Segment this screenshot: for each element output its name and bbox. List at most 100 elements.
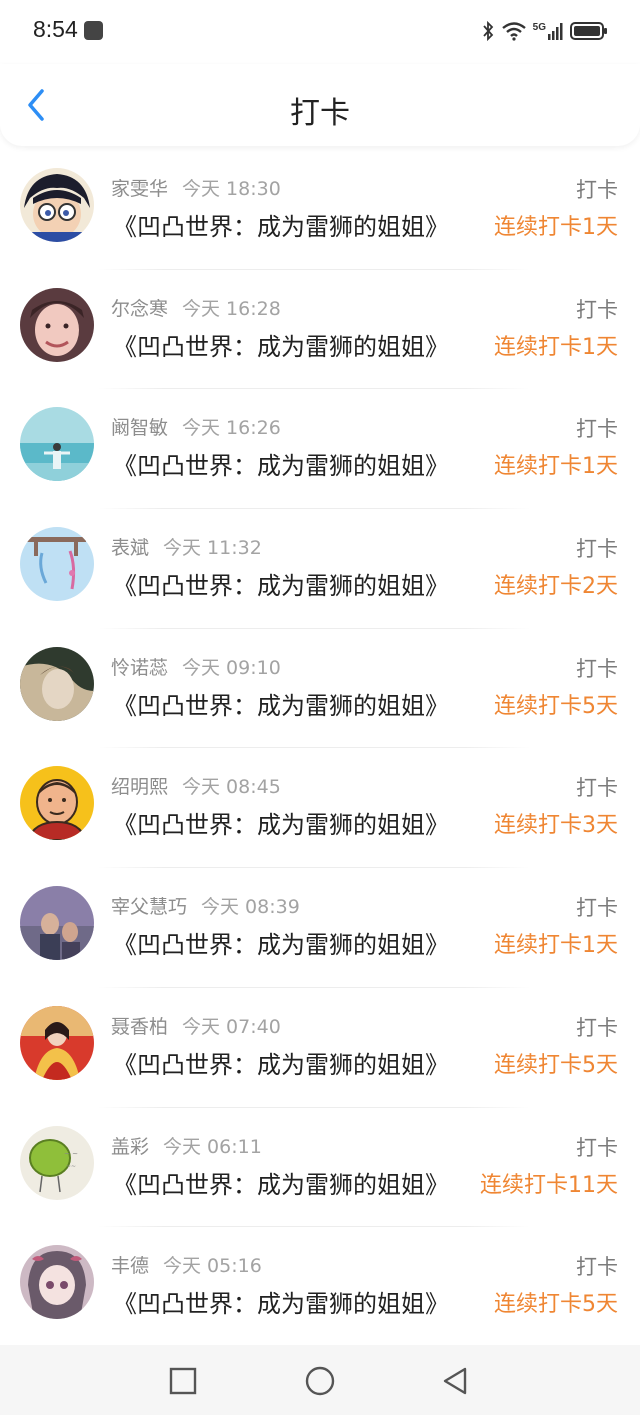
list-item[interactable]: 尔念寒 今天 16:28 《凹凸世界：成为雷狮的姐姐》 打卡 连续打卡1天 (0, 270, 640, 390)
avatar[interactable] (20, 287, 94, 362)
item-meta: 尔念寒 今天 16:28 (111, 294, 281, 321)
status-time: 8:54 (33, 16, 78, 42)
item-meta: 怜诺蕊 今天 09:10 (111, 653, 281, 680)
bluetooth-icon (482, 20, 493, 42)
user-name[interactable]: 丰德 (111, 1255, 149, 1277)
avatar[interactable]: ~ ~ ~~ (20, 1125, 94, 1200)
svg-text:~ ~: ~ ~ (64, 1150, 78, 1158)
streak-label: 连续打卡1天 (494, 454, 618, 480)
checkin-label: 打卡 (576, 656, 618, 681)
streak-label: 连续打卡5天 (494, 1052, 618, 1078)
user-name[interactable]: 怜诺蕊 (111, 657, 168, 679)
list-item[interactable]: 绍明熙 今天 08:45 《凹凸世界：成为雷狮的姐姐》 打卡 连续打卡3天 (0, 748, 640, 869)
checkin-time: 今天 11:32 (163, 537, 262, 560)
recents-button[interactable] (165, 1363, 201, 1399)
status-bar: 8:54 5G (0, 0, 640, 64)
checkin-label: 打卡 (576, 1255, 618, 1280)
book-title[interactable]: 《凹凸世界：成为雷狮的姐姐》 (113, 805, 449, 840)
item-meta: 表斌 今天 11:32 (111, 533, 262, 560)
checkin-time: 今天 06:11 (163, 1135, 262, 1158)
book-title[interactable]: 《凹凸世界：成为雷狮的姐姐》 (113, 1284, 449, 1319)
checkin-time: 今天 08:39 (201, 896, 300, 919)
book-title[interactable]: 《凹凸世界：成为雷狮的姐姐》 (113, 925, 449, 960)
list-item[interactable]: 家雯华 今天 18:30 《凹凸世界：成为雷狮的姐姐》 打卡 连续打卡1天 (0, 150, 640, 270)
checkin-label: 打卡 (576, 1135, 618, 1160)
app-header: 打卡 (0, 64, 640, 146)
item-meta: 绍明熙 今天 08:45 (111, 772, 281, 799)
book-title[interactable]: 《凹凸世界：成为雷狮的姐姐》 (113, 446, 449, 481)
streak-label: 连续打卡11天 (480, 1172, 618, 1198)
back-nav-button[interactable] (437, 1363, 473, 1399)
avatar[interactable] (20, 886, 94, 961)
checkin-time: 今天 05:16 (163, 1255, 262, 1278)
square-recents-icon (169, 1367, 197, 1395)
system-nav-bar (0, 1345, 640, 1415)
list-item[interactable]: 怜诺蕊 今天 09:10 《凹凸世界：成为雷狮的姐姐》 打卡 连续打卡5天 (0, 629, 640, 749)
checkin-label: 打卡 (576, 776, 618, 801)
user-name[interactable]: 家雯华 (111, 178, 168, 200)
checkin-label: 打卡 (576, 1015, 618, 1040)
avatar[interactable] (20, 1245, 94, 1320)
avatar[interactable] (20, 646, 94, 721)
battery-icon (570, 22, 607, 40)
user-name[interactable]: 绍明熙 (111, 776, 168, 798)
checkin-label: 打卡 (576, 896, 618, 921)
status-icons: 5G (481, 18, 608, 44)
network-type: 5G (532, 21, 546, 33)
item-meta: 阚智敏 今天 16:26 (111, 413, 281, 440)
list-item[interactable]: 丰德 今天 05:16 《凹凸世界：成为雷狮的姐姐》 打卡 连续打卡5天 (0, 1227, 640, 1347)
triangle-back-icon (443, 1367, 467, 1395)
page-title: 打卡 (290, 96, 350, 131)
user-name[interactable]: 聂香柏 (111, 1016, 168, 1038)
checkin-time: 今天 18:30 (182, 178, 281, 200)
item-meta: 盖彩 今天 06:11 (111, 1132, 262, 1159)
book-title[interactable]: 《凹凸世界：成为雷狮的姐姐》 (113, 1045, 449, 1080)
avatar[interactable] (20, 527, 94, 602)
checkin-time: 今天 09:10 (182, 656, 281, 679)
item-meta: 聂香柏 今天 07:40 (111, 1012, 281, 1039)
streak-label: 连续打卡1天 (494, 334, 618, 360)
list-item[interactable]: 阚智敏 今天 16:26 《凹凸世界：成为雷狮的姐姐》 打卡 连续打卡1天 (0, 389, 640, 510)
notification-icon (84, 21, 103, 40)
checkin-time: 今天 08:45 (182, 776, 281, 799)
item-meta: 宰父慧巧 今天 08:39 (111, 892, 300, 919)
book-title[interactable]: 《凹凸世界：成为雷狮的姐姐》 (113, 566, 449, 601)
avatar[interactable] (20, 766, 94, 841)
checkin-label: 打卡 (576, 297, 618, 322)
list-item[interactable]: 聂香柏 今天 07:40 《凹凸世界：成为雷狮的姐姐》 打卡 连续打卡5天 (0, 988, 640, 1108)
checkin-time: 今天 07:40 (182, 1015, 281, 1038)
item-meta: 家雯华 今天 18:30 (111, 174, 281, 201)
streak-label: 连续打卡5天 (494, 693, 618, 719)
user-name[interactable]: 尔念寒 (111, 298, 168, 320)
user-name[interactable]: 宰父慧巧 (111, 896, 187, 918)
streak-label: 连续打卡1天 (494, 933, 618, 959)
book-title[interactable]: 《凹凸世界：成为雷狮的姐姐》 (113, 1165, 449, 1200)
checkin-label: 打卡 (576, 537, 618, 562)
svg-text:~~: ~~ (66, 1163, 76, 1170)
signal-icon (548, 23, 563, 40)
streak-label: 连续打卡5天 (494, 1292, 618, 1318)
list-item[interactable]: ~ ~ ~~ 盖彩 今天 06:11 《凹凸世界：成为雷狮的姐姐》 打卡 连续打卡… (0, 1108, 640, 1228)
user-name[interactable]: 盖彩 (111, 1136, 149, 1158)
book-title[interactable]: 《凹凸世界：成为雷狮的姐姐》 (113, 686, 449, 721)
list-item[interactable]: 表斌 今天 11:32 《凹凸世界：成为雷狮的姐姐》 打卡 连续打卡2天 (0, 509, 640, 629)
home-button[interactable] (302, 1363, 338, 1399)
user-name[interactable]: 表斌 (111, 537, 149, 559)
list-item[interactable]: 宰父慧巧 今天 08:39 《凹凸世界：成为雷狮的姐姐》 打卡 连续打卡1天 (0, 868, 640, 988)
avatar[interactable] (20, 1005, 94, 1080)
avatar[interactable] (20, 407, 94, 482)
streak-label: 连续打卡3天 (494, 813, 618, 839)
item-meta: 丰德 今天 05:16 (111, 1251, 262, 1278)
checkin-label: 打卡 (576, 417, 618, 442)
avatar[interactable] (20, 168, 94, 242)
streak-label: 连续打卡2天 (494, 574, 618, 600)
wifi-icon (501, 22, 526, 41)
streak-label: 连续打卡1天 (494, 215, 618, 240)
checkin-label: 打卡 (576, 178, 618, 202)
book-title[interactable]: 《凹凸世界：成为雷狮的姐姐》 (113, 207, 449, 242)
checkin-list: 家雯华 今天 18:30 《凹凸世界：成为雷狮的姐姐》 打卡 连续打卡1天 尔念寒… (0, 150, 640, 1347)
user-name[interactable]: 阚智敏 (111, 417, 168, 439)
book-title[interactable]: 《凹凸世界：成为雷狮的姐姐》 (113, 327, 449, 362)
checkin-time: 今天 16:26 (182, 417, 281, 440)
circle-home-icon (305, 1366, 335, 1396)
